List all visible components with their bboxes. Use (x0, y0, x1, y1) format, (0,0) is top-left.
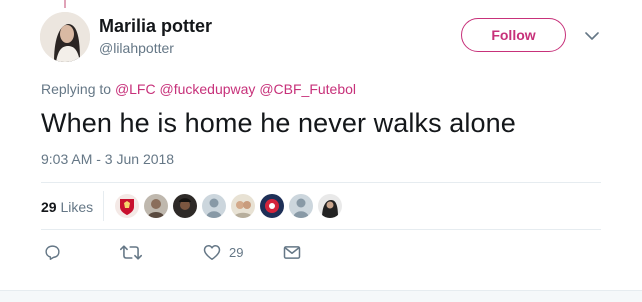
liker-avatar[interactable] (230, 193, 256, 219)
likes-label: Likes (60, 199, 94, 215)
follow-button[interactable]: Follow (461, 18, 566, 52)
vertical-divider (103, 191, 104, 221)
liverpool-crest-avatar[interactable] (114, 193, 140, 219)
default-avatar[interactable] (288, 193, 314, 219)
tweet-actions-bar: 29 (0, 240, 642, 270)
reply-icon (45, 244, 60, 260)
like-count: 29 (229, 244, 244, 260)
chevron-down-icon (585, 31, 599, 40)
likes-count: 29 (41, 199, 57, 215)
direct-message-button[interactable] (283, 240, 301, 264)
liker-avatar[interactable] (143, 193, 169, 219)
liker-avatar[interactable] (172, 193, 198, 219)
like-button[interactable]: 29 (203, 240, 243, 264)
retweet-icon (120, 244, 142, 260)
author-avatar[interactable] (40, 12, 90, 62)
default-avatar[interactable] (201, 193, 227, 219)
mention-link[interactable]: @fuckedupway (160, 81, 256, 97)
author-handle[interactable]: @lilahpotter (99, 40, 174, 56)
liker-avatar[interactable] (317, 193, 343, 219)
author-display-name[interactable]: Marilia potter (99, 16, 212, 37)
mention-link[interactable]: @LFC (115, 81, 156, 97)
mention-link[interactable]: @CBF_Futebol (259, 81, 356, 97)
heart-icon (203, 244, 221, 260)
more-options-button[interactable] (582, 26, 602, 46)
thread-connector-line (64, 0, 66, 8)
tweet-timestamp[interactable]: 9:03 AM - 3 Jun 2018 (41, 151, 174, 167)
profile-photo-icon (40, 12, 90, 62)
replying-to-line: Replying to @LFC @fuckedupway @CBF_Futeb… (41, 81, 356, 97)
divider (41, 182, 601, 183)
liker-avatar[interactable] (259, 193, 285, 219)
reply-button[interactable] (44, 240, 61, 264)
envelope-icon (283, 245, 301, 259)
divider (41, 229, 601, 230)
likes-count-link[interactable]: 29 Likes (41, 199, 93, 215)
tweet-text: When he is home he never walks alone (41, 108, 516, 138)
retweet-button[interactable] (120, 240, 142, 264)
replying-to-prefix: Replying to (41, 81, 112, 97)
bottom-separator (0, 290, 642, 302)
